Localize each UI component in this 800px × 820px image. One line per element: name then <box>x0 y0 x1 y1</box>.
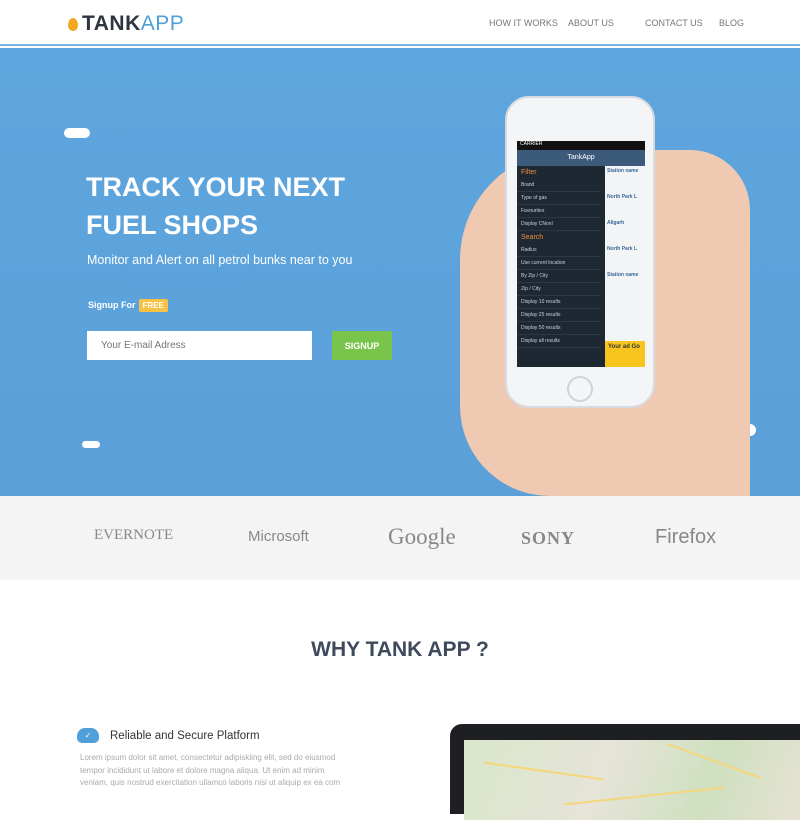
station-item: Station name <box>607 272 639 278</box>
search-row: Radius <box>517 244 601 257</box>
partner-logos: EVERNOTE Microsoft Google SONY Firefox <box>0 496 800 580</box>
search-row: Display all results <box>517 335 601 348</box>
station-item: Aligarh <box>607 220 625 226</box>
station-list: Station name North Park L Aligarh North … <box>605 166 645 367</box>
hero-subtitle: Monitor and Alert on all petrol bunks ne… <box>87 253 353 267</box>
phone-screen: CARRIER TankApp Filter Brand Type of gas… <box>517 141 645 367</box>
google-logo: Google <box>388 524 456 549</box>
feature-text: Lorem ipsum dolor sit amet, consectetur … <box>80 753 341 787</box>
filter-row: Type of gas <box>517 192 601 205</box>
nav-about-us[interactable]: ABOUT US <box>568 18 614 28</box>
hero-title: TRACK YOUR NEXT FUEL SHOPS <box>86 172 346 240</box>
home-button <box>567 376 593 402</box>
logo[interactable]: TANKAPP <box>68 12 184 36</box>
nav-contact-us[interactable]: CONTACT US <box>645 18 703 28</box>
top-nav: TANKAPP HOW IT WORKS ABOUT US CONTACT US… <box>0 0 800 46</box>
search-row: Display 50 results <box>517 322 601 335</box>
signup-text: Signup For <box>88 300 136 310</box>
ad-banner: Your ad Go <box>605 341 645 367</box>
cloud-check-icon: ✓ <box>77 728 99 743</box>
free-badge: FREE <box>138 299 168 312</box>
nav-blog[interactable]: BLOG <box>719 18 744 28</box>
nav-how-it-works[interactable]: HOW IT WORKS <box>489 18 558 28</box>
search-row: Display 25 results <box>517 309 601 322</box>
filter-row: Brand <box>517 179 601 192</box>
station-item: Station name <box>607 168 639 174</box>
map-image <box>464 740 800 820</box>
email-input[interactable] <box>87 331 312 360</box>
station-item: North Park L <box>607 194 638 200</box>
app-title: TankApp <box>517 150 645 166</box>
signup-button[interactable]: SIGNUP <box>332 331 392 360</box>
why-heading: WHY TANK APP ? <box>311 638 489 661</box>
status-bar: CARRIER <box>517 141 645 150</box>
search-row: By Zip / City <box>517 270 601 283</box>
search-row: Display 10 results <box>517 296 601 309</box>
microsoft-logo: Microsoft <box>248 528 309 545</box>
filter-row: Display CNonl <box>517 218 601 231</box>
logo-text: TANK <box>82 12 141 35</box>
phone-mockup: CARRIER TankApp Filter Brand Type of gas… <box>505 96 655 408</box>
laptop-mockup <box>450 724 800 820</box>
station-item: North Park L <box>607 246 638 252</box>
cloud-icon <box>82 441 100 448</box>
feature-title: Reliable and Secure Platform <box>110 730 260 742</box>
evernote-logo: EVERNOTE <box>94 527 174 543</box>
logo-accent: APP <box>140 12 185 35</box>
signup-label: Signup For FREE <box>88 299 168 312</box>
search-row: Use current location <box>517 257 601 270</box>
cloud-icon <box>64 128 90 138</box>
search-row: Zip / City <box>517 283 601 296</box>
firefox-logo: Firefox <box>655 526 717 548</box>
sony-logo: SONY <box>521 528 576 548</box>
fuel-drop-icon <box>68 18 78 31</box>
filter-row: Favourites <box>517 205 601 218</box>
